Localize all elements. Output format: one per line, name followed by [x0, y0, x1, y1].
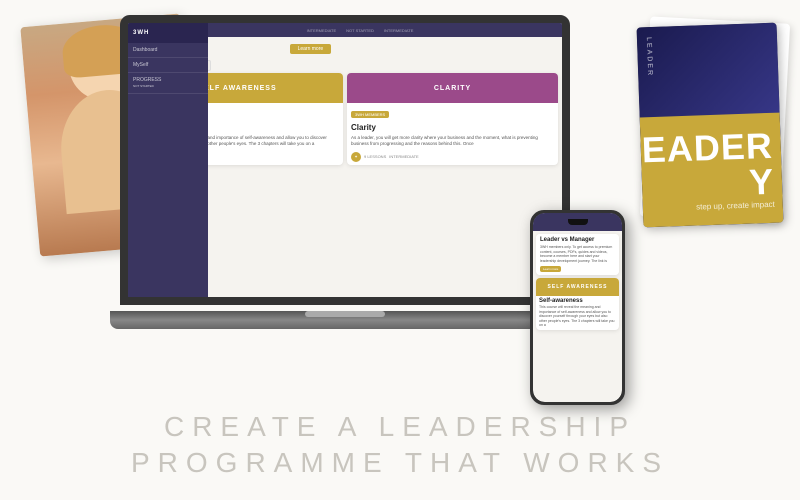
screen-inner: 3WH Dashboard MySelf PROGRESSNOT STARTED… — [128, 37, 562, 293]
brand-logo: 3WH — [133, 30, 149, 36]
bottom-text-area: CREATE A LEADERSHIP PROGRAMME THAT WORKS — [0, 390, 800, 500]
book-spine-label: LEADER — [645, 37, 653, 77]
book-subtitle-letter: Y — [748, 163, 774, 200]
bottom-headline-2: PROGRAMME THAT WORKS — [131, 447, 669, 479]
course-card-clarity: CLARITY 3WH MEMBERS Clarity As a leader,… — [347, 73, 558, 165]
main-scene: INTERMEDIATE NOT STARTED INTERMEDIATE 3W… — [0, 0, 800, 500]
phone-card-leader-manager: Leader vs Manager 3WH members only. To g… — [536, 234, 619, 275]
phone-card-body-1: 3WH members only. To get access to premi… — [540, 245, 615, 263]
card-meta-clarity: ✦ 9 LESSONS INTERMEDIATE — [347, 149, 558, 165]
laptop-base — [110, 311, 580, 329]
clarity-level: INTERMEDIATE — [389, 154, 418, 159]
card-header-purple: CLARITY — [347, 73, 558, 103]
learn-more-row: Learn more Learn more — [152, 41, 558, 58]
phone-awareness-title: Self-awareness — [539, 298, 616, 304]
phone-card-self-awareness: SELF AWARENESS Self-awareness This cours… — [536, 278, 619, 330]
nav-item-progress: PROGRESSNOT STARTED — [128, 73, 208, 94]
book-tagline: step up, create impact — [696, 199, 775, 211]
book-front: LEADER LEADER Y step up, create impact — [637, 23, 784, 228]
clarity-lessons: 9 LESSONS — [364, 154, 386, 159]
learn-more-btn-2[interactable]: Learn more — [290, 44, 332, 54]
card-title-clarity: Clarity — [347, 121, 558, 134]
book-stack: LEADER LEADER Y step up, create impact — [640, 25, 780, 225]
nav-item-my-self: MySelf — [128, 58, 208, 73]
phone-card-gold-header: SELF AWARENESS — [536, 278, 619, 296]
phone-card-title-1: Leader vs Manager — [540, 237, 615, 243]
card-body-clarity: As a leader, you will get more clarity w… — [347, 134, 558, 149]
phone-screen: Leader vs Manager 3WH members only. To g… — [533, 213, 622, 402]
nav-tab-not-started: NOT STARTED — [346, 28, 374, 33]
phone-awareness-body: This course will reveal the meaning and … — [539, 305, 616, 328]
phone-top-bar — [533, 213, 622, 231]
phone-notch — [568, 219, 588, 225]
card-badge-clarity: 3WH MEMBERS — [351, 111, 389, 118]
bottom-headline-1: CREATE A LEADERSHIP — [164, 411, 636, 443]
nav-item-dashboard: Dashboard — [128, 43, 208, 58]
nav-tab-intermediate-2: INTERMEDIATE — [384, 28, 413, 33]
left-panel: 3WH Dashboard MySelf PROGRESSNOT STARTED — [128, 23, 208, 297]
screen-content: INTERMEDIATE NOT STARTED INTERMEDIATE 3W… — [128, 23, 562, 297]
nav-tab-intermediate-1: INTERMEDIATE — [307, 28, 336, 33]
laptop-screen: INTERMEDIATE NOT STARTED INTERMEDIATE 3W… — [120, 15, 570, 305]
meta-icon-clarity: ✦ — [351, 152, 361, 162]
phone-card-awareness-label: SELF AWARENESS — [548, 284, 608, 290]
phone-mockup: Leader vs Manager 3WH members only. To g… — [530, 210, 625, 405]
phone-learn-more-btn[interactable]: Learn more — [540, 266, 561, 272]
book-title-area: LEADER Y step up, create impact — [640, 113, 784, 228]
